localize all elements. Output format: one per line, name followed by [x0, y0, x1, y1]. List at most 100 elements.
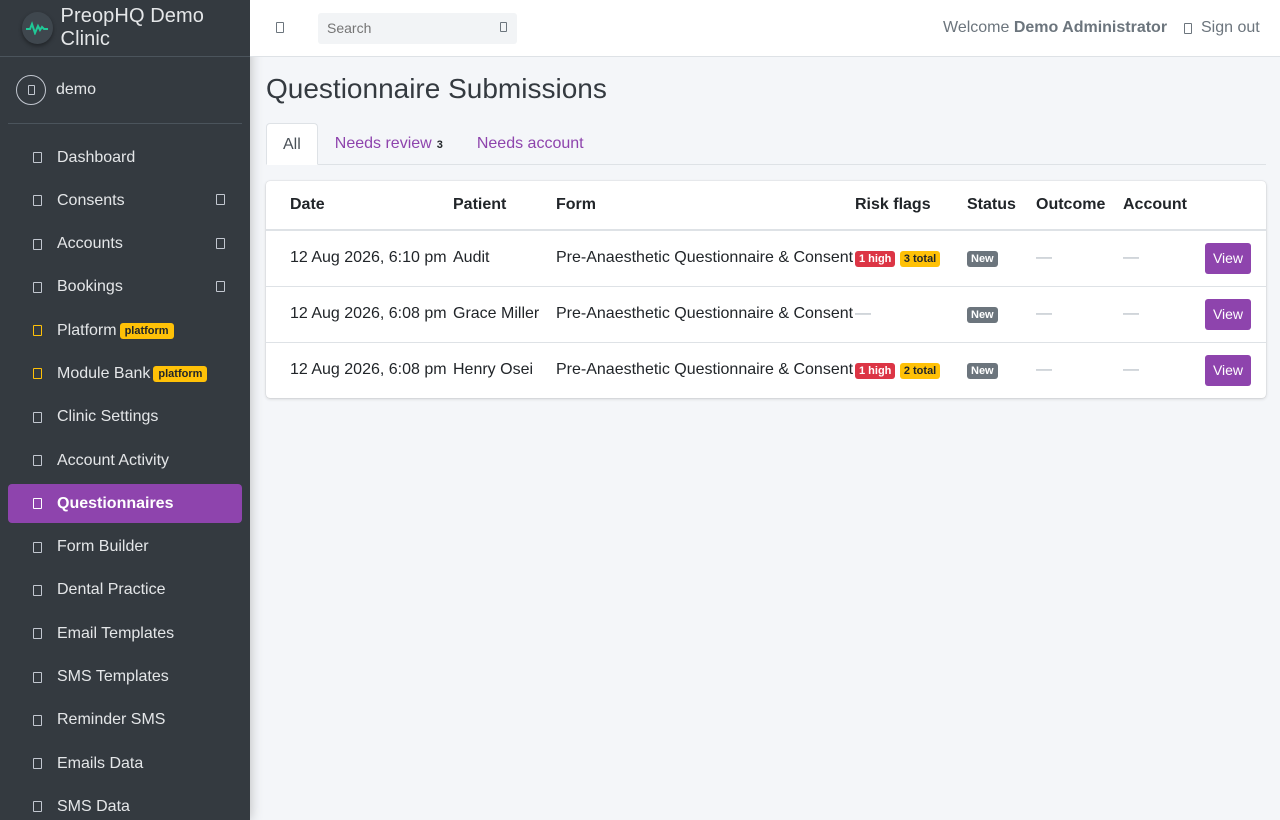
sign-out-label: Sign out — [1201, 19, 1260, 36]
tab-needs-account[interactable]: Needs account — [460, 123, 601, 164]
sidebar-item-label: SMS Data — [57, 797, 130, 815]
sidebar-item-form-builder[interactable]: Form Builder — [8, 528, 242, 567]
brand-link[interactable]: PreopHQ Demo Clinic — [0, 0, 250, 57]
needs-review-count: 3 — [436, 139, 443, 151]
tab-all[interactable]: All — [266, 123, 318, 165]
welcome-user: Demo Administrator — [1013, 19, 1168, 36]
chevron-icon — [216, 237, 225, 249]
sidebar-item-label: Bookings — [57, 278, 123, 296]
column-header-date: Date — [266, 181, 453, 231]
sidebar-item-bookings[interactable]: Bookings — [8, 268, 242, 307]
cell-risk-flags: — — [855, 286, 967, 343]
sidebar-item-label: Questionnaires — [57, 494, 174, 512]
tab-label: Needs review — [334, 135, 432, 152]
module-bank-icon — [33, 368, 42, 380]
cell-account: — — [1123, 361, 1139, 379]
email-template-icon — [33, 628, 42, 640]
sidebar-item-label: Clinic Settings — [57, 408, 159, 426]
sidebar-item-module-bank[interactable]: Module Bank platform — [8, 354, 242, 393]
sidebar-item-label: Module Bank — [57, 364, 151, 382]
cell-status: New — [967, 230, 1036, 287]
dental-icon — [33, 584, 42, 596]
sidebar-item-label: Emails Data — [57, 754, 144, 772]
cell-status: New — [967, 286, 1036, 343]
sidebar-nav: Dashboard Consents Accounts Bookings Pla… — [0, 124, 250, 820]
sidebar-item-label: Consents — [57, 191, 125, 209]
questionnaires-icon — [33, 498, 42, 510]
cell-action: View — [1203, 230, 1266, 287]
column-header-account: Account — [1123, 181, 1203, 231]
reminder-icon — [33, 714, 42, 726]
table-row[interactable]: 12 Aug 2026, 6:08 pm Grace Miller Pre-An… — [266, 286, 1266, 343]
tab-label: All — [283, 136, 301, 153]
accounts-icon — [33, 238, 42, 250]
column-header-status: Status — [967, 181, 1036, 231]
sms-data-icon — [33, 801, 42, 813]
column-header-actions — [1203, 181, 1266, 231]
cell-patient: Audit — [453, 230, 556, 287]
status-badge: New — [967, 251, 998, 268]
welcome-prefix: Welcome — [943, 19, 1010, 36]
settings-icon — [33, 411, 42, 423]
welcome-text: Welcome Demo Administrator — [943, 19, 1167, 37]
sidebar-item-email-templates[interactable]: Email Templates — [8, 614, 242, 653]
tab-needs-review[interactable]: Needs review 3 — [318, 123, 460, 164]
table-row[interactable]: 12 Aug 2026, 6:08 pm Henry Osei Pre-Anae… — [266, 342, 1266, 398]
sidebar-item-label: SMS Templates — [57, 668, 169, 686]
sidebar-item-sms-templates[interactable]: SMS Templates — [8, 658, 242, 697]
cell-form: Pre-Anaesthetic Questionnaire & Consent — [556, 361, 854, 379]
main-content: Questionnaire Submissions All Needs revi… — [266, 57, 1266, 398]
table-row[interactable]: 12 Aug 2026, 6:10 pm Audit Pre-Anaesthet… — [266, 230, 1266, 287]
search-input[interactable] — [318, 13, 517, 44]
cell-action: View — [1203, 342, 1266, 398]
activity-icon — [33, 455, 42, 467]
sidebar-item-platform[interactable]: Platform platform — [8, 311, 242, 350]
chevron-icon — [216, 194, 225, 206]
sidebar-item-reminder-sms[interactable]: Reminder SMS — [8, 701, 242, 740]
submissions-table: Date Patient Form Risk flags Status Outc… — [266, 181, 1266, 398]
brand-logo-icon — [22, 12, 53, 44]
search-icon[interactable] — [500, 22, 507, 32]
sign-out-icon — [1184, 22, 1192, 34]
cell-status: New — [967, 342, 1036, 398]
sidebar-item-emails-data[interactable]: Emails Data — [8, 744, 242, 783]
cell-account: — — [1123, 230, 1203, 287]
sidebar-item-dental-practice[interactable]: Dental Practice — [8, 571, 242, 610]
tab-label: Needs account — [476, 135, 584, 152]
sidebar-item-label: Reminder SMS — [57, 711, 166, 729]
view-button[interactable]: View — [1205, 298, 1251, 330]
cell-patient: Henry Osei — [453, 361, 534, 379]
status-badge: New — [967, 307, 998, 323]
column-header-outcome: Outcome — [1036, 181, 1123, 231]
cell-form: Pre-Anaesthetic Questionnaire & Consent — [556, 230, 855, 287]
sidebar-item-label: Accounts — [57, 235, 123, 253]
cell-date: 12 Aug 2026, 6:08 pm — [290, 361, 447, 379]
column-header-form: Form — [556, 181, 855, 231]
view-button[interactable]: View — [1205, 242, 1251, 274]
user-name: demo — [56, 81, 97, 98]
cell-outcome: — — [1036, 361, 1052, 379]
platform-badge: platform — [153, 365, 208, 382]
view-button[interactable]: View — [1205, 354, 1251, 386]
sidebar-item-questionnaires[interactable]: Questionnaires — [8, 484, 242, 524]
user-panel[interactable]: demo — [8, 57, 242, 124]
sidebar-item-sms-data[interactable]: SMS Data — [8, 787, 242, 820]
page-title: Questionnaire Submissions — [266, 73, 607, 104]
sidebar-item-dashboard[interactable]: Dashboard — [8, 138, 242, 177]
cell-account: — — [1123, 286, 1203, 343]
menu-toggle-icon[interactable] — [276, 22, 284, 33]
sidebar-item-consents[interactable]: Consents — [8, 181, 242, 220]
sms-template-icon — [33, 671, 42, 683]
cell-outcome: — — [1036, 286, 1123, 343]
sidebar-item-label: Platform — [57, 321, 117, 339]
sidebar-item-accounts[interactable]: Accounts — [8, 225, 242, 264]
sidebar-item-account-activity[interactable]: Account Activity — [8, 441, 242, 480]
sidebar-item-clinic-settings[interactable]: Clinic Settings — [8, 398, 242, 437]
cell-outcome: — — [1036, 230, 1123, 287]
sign-out-link[interactable]: Sign out — [1184, 19, 1260, 37]
high-risk-badge: 1 high — [855, 363, 896, 380]
sidebar-item-label: Dental Practice — [57, 581, 166, 599]
brand-name: PreopHQ Demo Clinic — [60, 5, 205, 50]
cell-patient: Grace Miller — [453, 286, 556, 343]
chevron-icon — [216, 280, 225, 292]
